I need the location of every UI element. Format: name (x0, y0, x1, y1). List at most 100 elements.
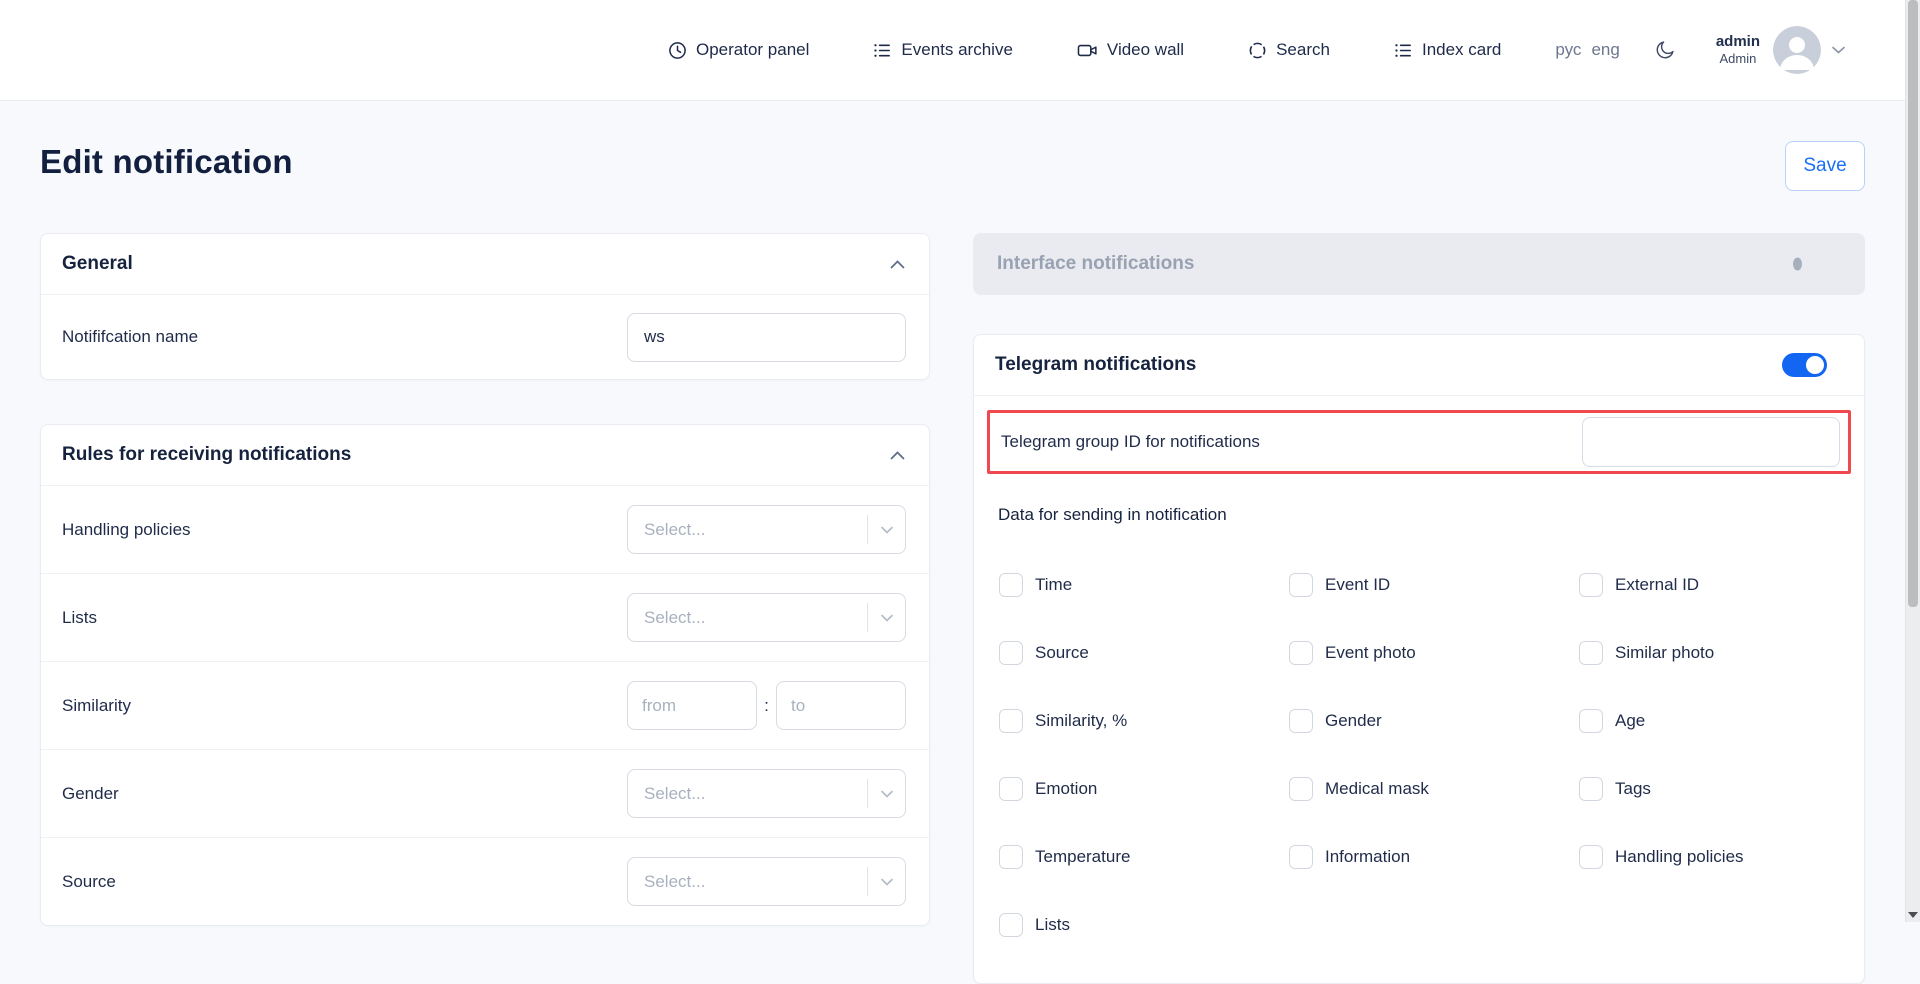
nav-item-operator-panel[interactable]: Operator panel (668, 40, 809, 60)
clock-icon (668, 41, 687, 60)
notification-name-row: Notififcation name (41, 295, 929, 379)
rules-card: Rules for receiving notifications Handli… (40, 424, 930, 926)
notification-name-input[interactable] (627, 313, 906, 362)
checkbox-box[interactable] (1289, 573, 1313, 597)
checkbox-box[interactable] (1579, 777, 1603, 801)
checkbox-event-id[interactable]: Event ID (1289, 573, 1579, 597)
source-select[interactable]: Select... (627, 857, 906, 906)
similarity-range: : (627, 681, 906, 730)
select-placeholder: Select... (628, 784, 867, 804)
nav-item-video-wall[interactable]: Video wall (1077, 40, 1184, 60)
list-icon (873, 41, 892, 60)
language-eng-button[interactable]: eng (1591, 40, 1619, 60)
telegram-notifications-card: Telegram notifications Telegram group ID… (973, 334, 1865, 984)
nav-menu: Operator panel Events archive Video wall… (668, 0, 1501, 100)
checkbox-lists[interactable]: Lists (999, 913, 1289, 937)
page-title: Edit notification (40, 143, 293, 181)
checkbox-time[interactable]: Time (999, 573, 1289, 597)
chevron-up-icon[interactable] (890, 451, 905, 460)
target-icon (1248, 41, 1267, 60)
rules-card-title: Rules for receiving notifications (62, 444, 351, 466)
lists-label: Lists (62, 608, 97, 628)
data-for-sending-label: Data for sending in notification (998, 505, 1864, 525)
checkbox-event-photo[interactable]: Event photo (1289, 641, 1579, 665)
interface-notifications-title: Interface notifications (997, 253, 1194, 275)
source-row: Source Select... (41, 837, 929, 925)
checkbox-source[interactable]: Source (999, 641, 1289, 665)
range-separator: : (761, 696, 772, 716)
handling-policies-label: Handling policies (62, 520, 191, 540)
checkbox-information[interactable]: Information (1289, 845, 1579, 869)
checkbox-external-id[interactable]: External ID (1579, 573, 1869, 597)
checkbox-age[interactable]: Age (1579, 709, 1869, 733)
right-column: Interface notifications Telegram notific… (973, 233, 1865, 984)
checkbox-box[interactable] (1579, 709, 1603, 733)
gender-select[interactable]: Select... (627, 769, 906, 818)
checkbox-box[interactable] (1289, 709, 1313, 733)
nav-item-index-card[interactable]: Index card (1394, 40, 1501, 60)
interface-notifications-panel: Interface notifications (973, 233, 1865, 295)
checkbox-emotion[interactable]: Emotion (999, 777, 1289, 801)
user-name: admin (1716, 33, 1760, 52)
similarity-to-input[interactable] (776, 681, 906, 730)
toggle-knob (1806, 356, 1824, 374)
notification-name-label: Notififcation name (62, 327, 198, 347)
user-info[interactable]: admin Admin (1716, 33, 1760, 68)
checkbox-box[interactable] (1289, 777, 1313, 801)
checkbox-box[interactable] (999, 845, 1023, 869)
checkbox-box[interactable] (999, 913, 1023, 937)
vertical-scrollbar-track[interactable] (1905, 0, 1920, 922)
chevron-down-icon[interactable] (868, 526, 905, 534)
rules-card-header[interactable]: Rules for receiving notifications (41, 425, 929, 486)
nav-label: Operator panel (696, 40, 809, 60)
gender-label: Gender (62, 784, 119, 804)
general-card: General Notififcation name (40, 233, 930, 380)
checkbox-medical-mask[interactable]: Medical mask (1289, 777, 1579, 801)
chevron-down-icon[interactable] (868, 878, 905, 886)
user-role: Admin (1716, 51, 1760, 67)
checkbox-box[interactable] (1289, 845, 1313, 869)
lists-select[interactable]: Select... (627, 593, 906, 642)
general-card-header[interactable]: General (41, 234, 929, 295)
nav-item-events-archive[interactable]: Events archive (873, 40, 1013, 60)
notification-data-checkbox-grid: Time Event ID External ID Source Event p… (999, 573, 1864, 937)
chevron-down-icon[interactable] (868, 614, 905, 622)
vertical-scrollbar-thumb[interactable] (1908, 0, 1918, 607)
avatar[interactable] (1773, 26, 1821, 74)
telegram-enabled-toggle[interactable] (1782, 353, 1827, 377)
checkbox-box[interactable] (1579, 845, 1603, 869)
telegram-group-id-input[interactable] (1582, 417, 1840, 467)
telegram-group-id-row-highlighted: Telegram group ID for notifications (987, 410, 1851, 474)
checkbox-similar-photo[interactable]: Similar photo (1579, 641, 1869, 665)
user-menu-chevron[interactable] (1832, 46, 1845, 54)
checkbox-box[interactable] (999, 641, 1023, 665)
telegram-card-title: Telegram notifications (995, 354, 1196, 376)
save-button[interactable]: Save (1785, 141, 1865, 191)
video-camera-icon (1077, 41, 1098, 60)
checkbox-box[interactable] (1289, 641, 1313, 665)
checkbox-temperature[interactable]: Temperature (999, 845, 1289, 869)
similarity-from-input[interactable] (627, 681, 757, 730)
checkbox-box[interactable] (999, 777, 1023, 801)
language-rus-button[interactable]: рус (1555, 40, 1581, 60)
checkbox-box[interactable] (1579, 641, 1603, 665)
moon-icon (1654, 39, 1676, 61)
chevron-up-icon[interactable] (890, 260, 905, 269)
checkbox-handling-policies[interactable]: Handling policies (1579, 845, 1869, 869)
chevron-down-icon[interactable] (868, 790, 905, 798)
nav-item-search[interactable]: Search (1248, 40, 1330, 60)
general-card-title: General (62, 253, 133, 275)
checkbox-tags[interactable]: Tags (1579, 777, 1869, 801)
nav-label: Events archive (901, 40, 1013, 60)
checkbox-box[interactable] (999, 573, 1023, 597)
left-column: General Notififcation name Rules for rec… (40, 233, 930, 926)
handling-policies-select[interactable]: Select... (627, 505, 906, 554)
checkbox-box[interactable] (1579, 573, 1603, 597)
checkbox-gender[interactable]: Gender (1289, 709, 1579, 733)
checkbox-similarity[interactable]: Similarity, % (999, 709, 1289, 733)
telegram-group-id-label: Telegram group ID for notifications (1001, 432, 1260, 452)
checkbox-box[interactable] (999, 709, 1023, 733)
scrollbar-down-arrow[interactable] (1908, 912, 1918, 918)
nav-label: Search (1276, 40, 1330, 60)
dark-mode-toggle[interactable] (1654, 39, 1676, 61)
